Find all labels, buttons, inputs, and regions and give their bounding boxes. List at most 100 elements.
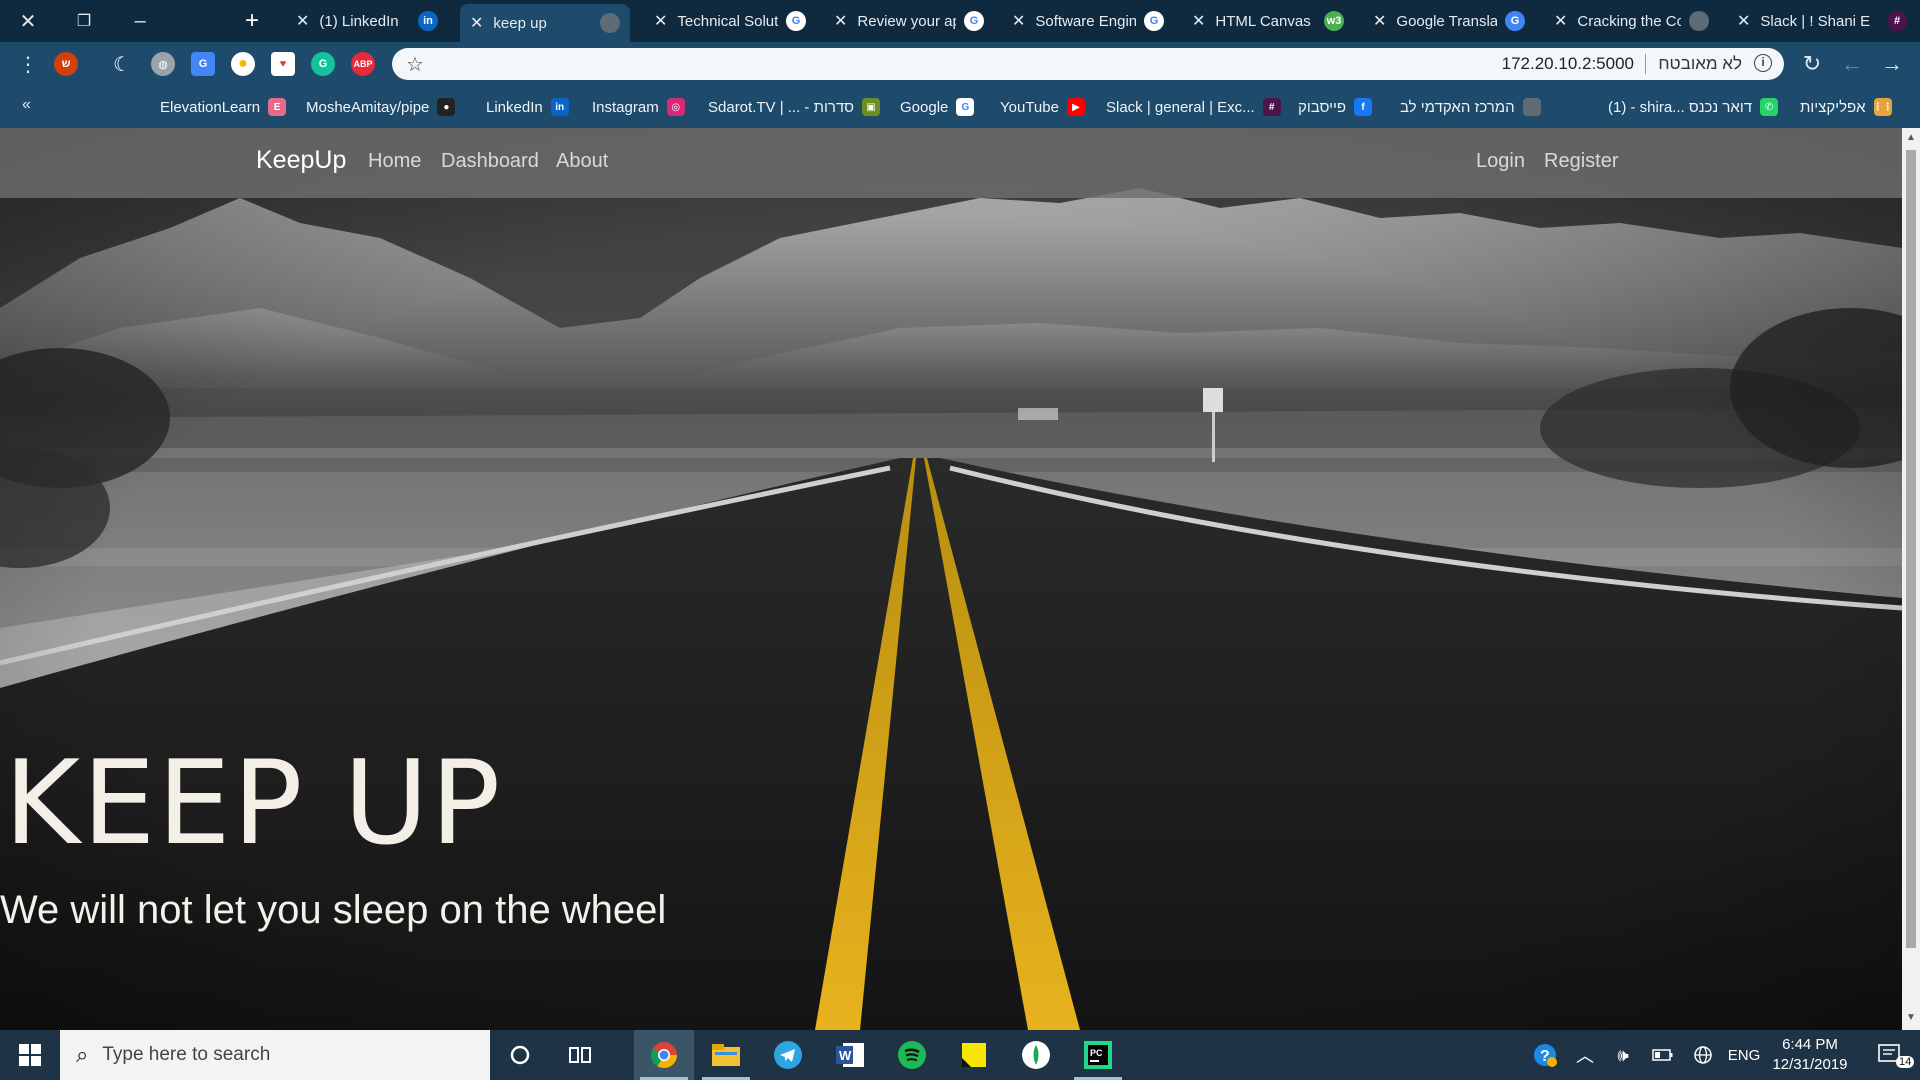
nav-home-link[interactable]: Home: [368, 150, 421, 173]
tab-title: Review your ap: [857, 12, 956, 30]
bookmark-item[interactable]: (1) - shira... דואר נכנס ✆: [1608, 86, 1779, 128]
extension-icon[interactable]: ש: [54, 52, 78, 76]
close-tab-icon[interactable]: ✕: [1554, 11, 1567, 31]
security-status[interactable]: לא מאובטח: [1658, 54, 1742, 74]
browser-tab[interactable]: ✕ Technical Soluti G: [644, 4, 816, 38]
browser-tab[interactable]: ✕ Review your ap G: [824, 4, 994, 38]
adblock-icon[interactable]: ABP: [351, 52, 375, 76]
bookmark-label: פייסבוק: [1298, 98, 1347, 116]
sticky-notes-icon[interactable]: [944, 1030, 1004, 1080]
tab-title: Google Translat: [1396, 12, 1497, 30]
menu-kebab-icon[interactable]: ⋮: [14, 50, 42, 78]
translate-extension-icon[interactable]: G: [191, 52, 215, 76]
page-scrollbar[interactable]: ▲ ▼: [1902, 128, 1920, 1030]
address-bar[interactable]: ☆ 172.20.10.2:5000 לא מאובטח i: [392, 48, 1784, 80]
extension-icon[interactable]: ●: [231, 52, 255, 76]
bookmark-star-icon[interactable]: ☆: [406, 52, 424, 77]
back-icon[interactable]: →: [1878, 50, 1906, 78]
close-tab-icon[interactable]: ✕: [470, 13, 483, 33]
bookmark-label: אפליקציות: [1800, 98, 1866, 116]
dark-mode-icon[interactable]: ☾: [110, 52, 134, 76]
chrome-taskbar-icon[interactable]: [634, 1030, 694, 1080]
info-icon[interactable]: i: [1754, 54, 1772, 72]
bookmark-item[interactable]: Instagram ◎: [592, 86, 685, 128]
brand-link[interactable]: KeepUp: [256, 146, 346, 175]
search-placeholder[interactable]: Type here to search: [102, 1044, 270, 1066]
bookmark-item[interactable]: פייסבוק f: [1298, 86, 1373, 128]
close-tab-icon[interactable]: ✕: [1012, 11, 1025, 31]
file-explorer-icon[interactable]: [696, 1030, 756, 1080]
extension-icon[interactable]: ◍: [151, 52, 175, 76]
w3schools-icon: w3: [1324, 11, 1344, 31]
sdarot-icon: ▣: [862, 98, 881, 116]
grammarly-icon[interactable]: G: [311, 52, 335, 76]
close-tab-icon[interactable]: ✕: [1737, 11, 1750, 31]
browser-tab[interactable]: ✕ HTML Canvas w3: [1182, 4, 1354, 38]
close-tab-icon[interactable]: ✕: [1373, 11, 1386, 31]
minimize-window-icon[interactable]: –: [112, 0, 168, 42]
scroll-down-icon[interactable]: ▼: [1906, 1012, 1916, 1023]
page-viewport: KeepUp Home Dashboard About Login Regist…: [0, 128, 1902, 1030]
scrollbar-thumb[interactable]: [1906, 150, 1916, 948]
tab-title: keep up: [493, 14, 547, 32]
bookmark-item[interactable]: Google G: [900, 86, 975, 128]
hero-section: KeepUp Home Dashboard About Login Regist…: [0, 128, 1902, 1030]
nav-register-link[interactable]: Register: [1544, 150, 1618, 173]
mongodb-compass-icon[interactable]: [1006, 1030, 1066, 1080]
elevation-icon: E: [268, 98, 287, 116]
close-tab-icon[interactable]: ✕: [1192, 11, 1205, 31]
browser-tab[interactable]: ✕ Cracking the Co: [1544, 4, 1719, 38]
bookmark-item[interactable]: ElevationLearn E: [160, 86, 287, 128]
network-globe-icon[interactable]: [1688, 1030, 1718, 1080]
nav-dashboard-link[interactable]: Dashboard: [441, 150, 539, 173]
bookmark-item[interactable]: Slack | general | Exc... #: [1106, 86, 1281, 128]
svg-text:W: W: [839, 1048, 852, 1063]
pycharm-icon[interactable]: PC: [1068, 1030, 1128, 1080]
search-icon: ⌕: [76, 1042, 89, 1067]
language-indicator[interactable]: ENG: [1724, 1030, 1764, 1080]
bookmark-item[interactable]: המרכז האקדמי לב: [1400, 86, 1541, 128]
double-chevron-icon[interactable]: «: [22, 96, 31, 114]
telegram-icon[interactable]: [758, 1030, 818, 1080]
chevron-up-icon[interactable]: ︿: [1570, 1030, 1600, 1080]
notifications-icon[interactable]: 14: [1866, 1030, 1916, 1080]
browser-tab[interactable]: ✕ Slack | ! Shani E #: [1727, 4, 1917, 38]
volume-icon[interactable]: 🕪: [1608, 1030, 1638, 1080]
clock[interactable]: 6:44 PM 12/31/2019: [1762, 1035, 1858, 1075]
close-tab-icon[interactable]: ✕: [296, 11, 309, 31]
task-view-icon[interactable]: [550, 1030, 610, 1080]
bookmark-item[interactable]: MosheAmitay/pipe ●: [306, 86, 456, 128]
bookmark-item[interactable]: אפליקציות ⋮⋮: [1800, 86, 1893, 128]
browser-tab[interactable]: ✕ Google Translat G: [1363, 4, 1535, 38]
tab-title: HTML Canvas: [1215, 12, 1311, 30]
bookmark-item[interactable]: Sdarot.TV | ... - סדרות ▣: [708, 86, 881, 128]
url-text[interactable]: 172.20.10.2:5000: [1502, 54, 1634, 74]
close-tab-icon[interactable]: ✕: [834, 11, 847, 31]
nav-login-link[interactable]: Login: [1476, 150, 1525, 173]
bookmark-label: Google: [900, 98, 949, 116]
help-icon[interactable]: ?: [1528, 1030, 1562, 1080]
pocket-icon[interactable]: ♥: [271, 52, 295, 76]
new-tab-button[interactable]: +: [232, 0, 272, 42]
bookmark-item[interactable]: YouTube ▶: [1000, 86, 1085, 128]
battery-icon[interactable]: [1648, 1030, 1678, 1080]
nav-about-link[interactable]: About: [556, 150, 608, 173]
spotify-icon[interactable]: [882, 1030, 942, 1080]
restore-window-icon[interactable]: ❐: [56, 0, 112, 42]
browser-tab[interactable]: ✕ (1) LinkedIn in: [286, 4, 448, 38]
start-button[interactable]: [0, 1030, 60, 1080]
scroll-up-icon[interactable]: ▲: [1906, 132, 1916, 143]
browser-tab[interactable]: ✕ keep up: [460, 4, 630, 42]
google-icon: G: [1144, 11, 1164, 31]
linkedin-icon: in: [550, 98, 569, 116]
close-window-icon[interactable]: ✕: [0, 0, 56, 42]
taskbar-search[interactable]: ⌕ Type here to search: [60, 1030, 490, 1080]
forward-icon[interactable]: ←: [1838, 50, 1866, 78]
bookmark-item[interactable]: LinkedIn in: [486, 86, 569, 128]
cortana-icon[interactable]: [490, 1030, 550, 1080]
close-tab-icon[interactable]: ✕: [654, 11, 667, 31]
reload-icon[interactable]: ↻: [1798, 50, 1826, 78]
globe-icon: [1689, 11, 1709, 31]
browser-tab[interactable]: ✕ Software Engin G: [1002, 4, 1174, 38]
word-icon[interactable]: W: [820, 1030, 880, 1080]
